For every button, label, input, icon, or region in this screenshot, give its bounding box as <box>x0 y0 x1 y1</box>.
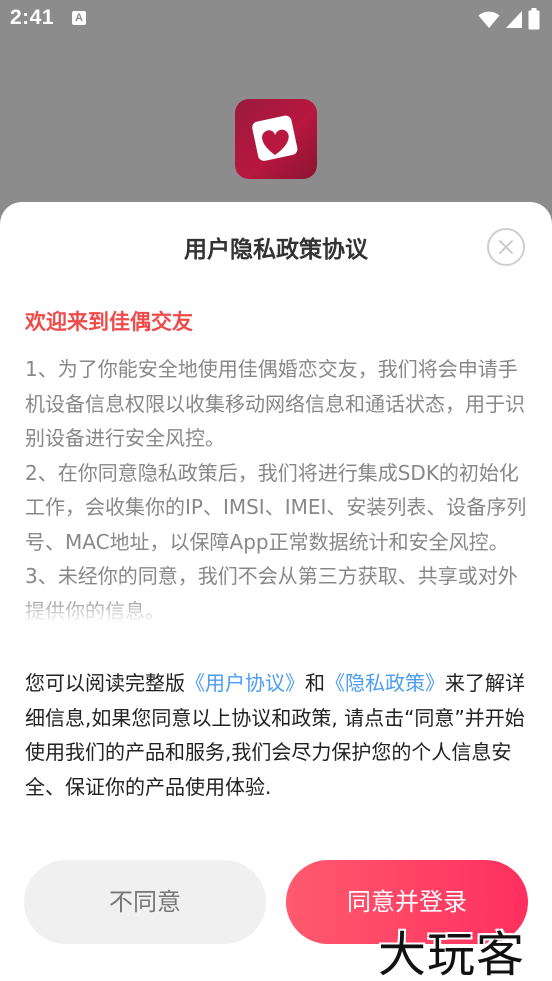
policy-scroll-area[interactable]: 1、为了你能安全地使用佳偶婚恋交友，我们将会申请手机设备信息权限以收集移动网络信… <box>25 352 530 630</box>
app-logo <box>235 99 317 179</box>
notice-prefix: 您可以阅读完整版 <box>25 671 185 695</box>
user-agreement-link[interactable]: 《用户协议》 <box>185 671 305 695</box>
close-button[interactable] <box>487 228 525 266</box>
scroll-fade <box>25 594 530 630</box>
privacy-policy-link[interactable]: 《隐私政策》 <box>325 671 445 695</box>
privacy-dialog: 用户隐私政策协议 欢迎来到佳偶交友 1、为了你能安全地使用佳偶婚恋交友，我们将会… <box>0 202 552 981</box>
wifi-icon <box>478 11 500 28</box>
heart-card-icon <box>252 115 298 161</box>
policy-paragraph-1: 1、为了你能安全地使用佳偶婚恋交友，我们将会申请手机设备信息权限以收集移动网络信… <box>25 357 525 450</box>
watermark: 大玩客 <box>378 927 526 981</box>
welcome-heading: 欢迎来到佳偶交友 <box>25 310 193 334</box>
agreement-notice: 您可以阅读完整版《用户协议》和《隐私政策》来了解详细信息,如果您同意以上协议和政… <box>25 666 530 804</box>
notice-and: 和 <box>305 671 325 695</box>
dialog-title: 用户隐私政策协议 <box>184 237 368 263</box>
status-time: 2:41 <box>10 6 55 29</box>
status-icons <box>478 8 540 30</box>
signal-icon <box>505 11 522 28</box>
policy-paragraph-2: 2、在你同意隐私政策后，我们将进行集成SDK的初始化工作，会收集你的IP、IMS… <box>25 460 527 554</box>
disagree-button[interactable]: 不同意 <box>24 860 266 944</box>
notification-icon: A <box>72 11 86 25</box>
battery-icon <box>528 8 540 30</box>
status-bar: 2:41 A <box>0 0 552 40</box>
close-icon <box>499 240 513 254</box>
